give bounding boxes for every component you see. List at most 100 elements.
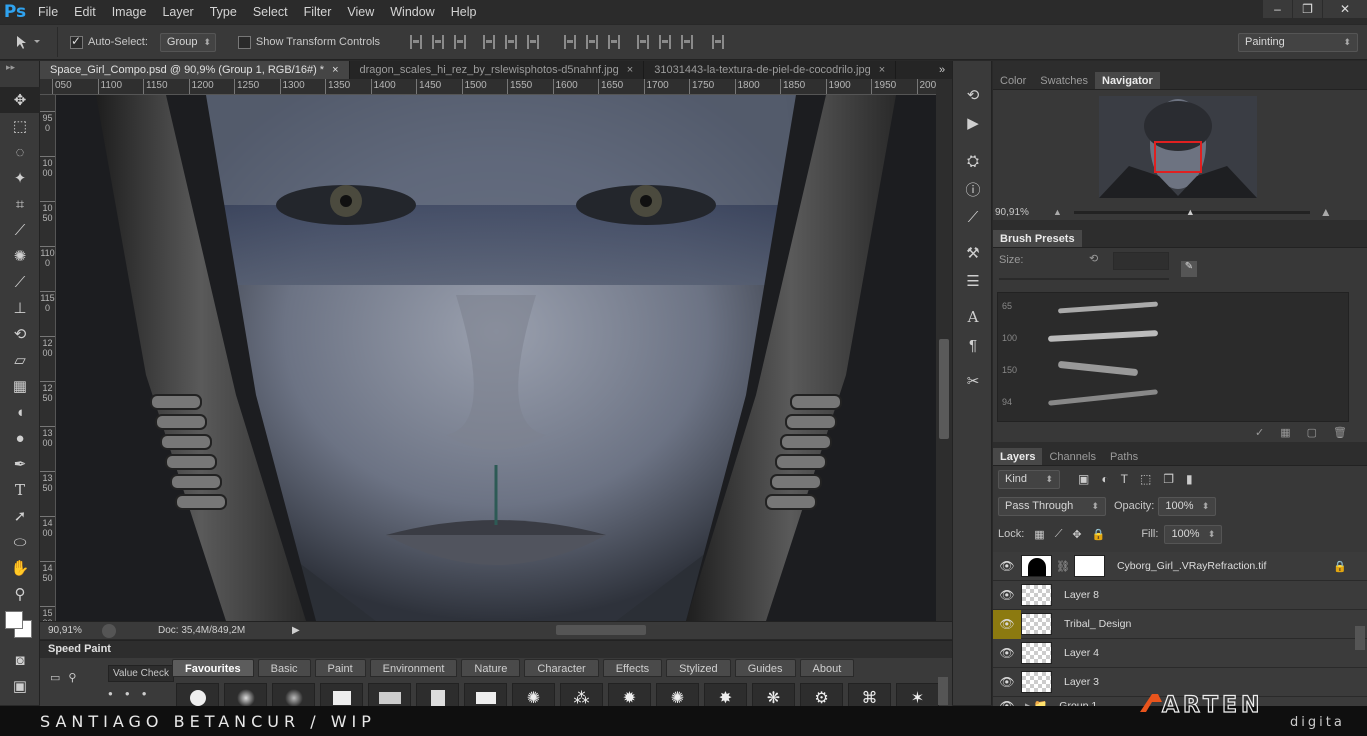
clone-stamp-icon[interactable]: ⊥ — [0, 295, 40, 321]
menu-type[interactable]: Type — [202, 0, 245, 24]
auto-select-checkbox[interactable] — [70, 34, 83, 49]
layer-row[interactable]: 👁 Layer 8 — [993, 581, 1367, 610]
align-hcenter-icon[interactable] — [505, 35, 518, 49]
zoom-tool-icon[interactable]: ⚲ — [0, 581, 40, 607]
dodge-tool-icon[interactable]: ● — [0, 425, 40, 451]
magic-wand-icon[interactable]: ✦ — [0, 165, 40, 191]
tab-favourites[interactable]: Favourites — [172, 659, 254, 677]
distribute-right-icon[interactable] — [681, 35, 694, 49]
zoom-slider[interactable]: ▲ — [1073, 207, 1310, 217]
brush-stroke-preview[interactable] — [1057, 301, 1159, 314]
tab-stylized[interactable]: Stylized — [666, 659, 731, 677]
new-preset-icon[interactable]: ▢ — [1307, 426, 1317, 439]
eyedropper-icon[interactable]: ⟋ — [0, 217, 40, 243]
restore-button[interactable]: ❐ — [1293, 0, 1322, 18]
brush-icon[interactable]: ⟋ — [953, 203, 993, 231]
info-icon[interactable]: ⓘ — [953, 175, 993, 203]
tab-basic[interactable]: Basic — [257, 659, 311, 677]
tab-cocodrilo[interactable]: 31031443-la-textura-de-piel-de-cocodrilo… — [644, 61, 897, 79]
layer-kind-dropdown[interactable]: Kind — [998, 469, 1060, 489]
scrollbar-thumb[interactable] — [939, 339, 949, 439]
smart-object-filter-icon[interactable]: ❐ — [1163, 472, 1174, 486]
tool-options-icon[interactable]: ✂ — [953, 367, 993, 395]
layer-row[interactable]: 👁 Tribal_ Design — [993, 609, 1367, 639]
visibility-eye-icon[interactable]: 👁 — [993, 609, 1021, 639]
align-left-icon[interactable] — [483, 35, 496, 49]
distribute-bottom-icon[interactable] — [608, 35, 621, 49]
hand-tool-icon[interactable]: ✋ — [0, 555, 40, 581]
menu-filter[interactable]: Filter — [296, 0, 340, 24]
mask-link-icon[interactable]: ⛓ — [1056, 560, 1070, 573]
opacity-input[interactable]: 100% — [1158, 496, 1217, 516]
brush-size-slider[interactable] — [999, 278, 1169, 280]
canvas-vertical-scrollbar[interactable] — [936, 79, 952, 621]
zoom-readout[interactable]: 90,91% — [48, 625, 96, 636]
brush-stroke-preview[interactable] — [1047, 330, 1159, 342]
value-check-button[interactable]: Value Check — [108, 665, 174, 682]
tab-effects[interactable]: Effects — [602, 659, 663, 677]
tab-nature[interactable]: Nature — [461, 659, 521, 677]
distribute-hcenter-icon[interactable] — [659, 35, 672, 49]
blur-tool-icon[interactable]: ◖ — [0, 399, 40, 425]
adjustments-icon[interactable]: ☰ — [953, 267, 993, 295]
align-vcenter-icon[interactable] — [432, 35, 445, 49]
crop-tool-icon[interactable]: ⌗ — [0, 191, 40, 217]
brush-size-150[interactable]: 150 — [1002, 365, 1017, 375]
menu-edit[interactable]: Edit — [66, 0, 104, 24]
toolbar-grip[interactable]: ▸▸ — [0, 61, 39, 87]
path-selection-icon[interactable]: ➚ — [0, 503, 40, 529]
menu-file[interactable]: File — [30, 0, 66, 24]
zoom-out-icon[interactable]: ▲ — [1053, 207, 1062, 217]
shape-filter-icon[interactable]: ⬚ — [1140, 472, 1151, 486]
pen-tool-icon[interactable]: ✒ — [0, 451, 40, 477]
toggle-brush-icon[interactable]: ✓ — [1255, 426, 1264, 439]
zoom-in-icon[interactable]: ▲ — [1320, 205, 1332, 219]
navigator-zoom-value[interactable]: 90,91% — [995, 207, 1053, 218]
visibility-eye-icon[interactable]: 👁 — [993, 588, 1021, 602]
delete-icon[interactable]: 🗑 — [1333, 426, 1347, 439]
lock-image-icon[interactable]: ⟋ — [1055, 528, 1063, 541]
menu-window[interactable]: Window — [382, 0, 442, 24]
brush-size-94[interactable]: 94 — [1002, 397, 1012, 407]
align-right-icon[interactable] — [527, 35, 540, 49]
brush-panel-icon[interactable]: ✎ — [1181, 261, 1197, 277]
tab-color[interactable]: Color — [993, 72, 1033, 89]
gradient-swatch-icon[interactable]: ▭ — [50, 671, 60, 684]
ellipse-tool-icon[interactable]: ⬭ — [0, 529, 40, 555]
menu-help[interactable]: Help — [443, 0, 485, 24]
layer-name[interactable]: Layer 4 — [1064, 647, 1099, 659]
menu-layer[interactable]: Layer — [154, 0, 201, 24]
blend-mode-dropdown[interactable]: Pass Through — [998, 496, 1106, 516]
healing-brush-icon[interactable]: ✺ — [0, 243, 40, 269]
close-button[interactable]: ✕ — [1323, 0, 1367, 18]
lock-position-icon[interactable]: ✥ — [1072, 528, 1081, 541]
history-brush-icon[interactable]: ⟲ — [0, 321, 40, 347]
lock-all-icon[interactable]: 🔒 — [1092, 528, 1106, 541]
auto-select-dropdown[interactable]: Group — [159, 32, 216, 52]
tab-brush-presets[interactable]: Brush Presets — [993, 230, 1082, 247]
brush-size-input[interactable] — [1113, 252, 1169, 270]
brush-size-65[interactable]: 65 — [1002, 301, 1012, 312]
gradient-tool-icon[interactable]: ▦ — [0, 373, 40, 399]
show-transform-checkbox[interactable] — [237, 35, 251, 49]
grid-view-icon[interactable]: ▦ — [1280, 426, 1290, 439]
adjustment-filter-icon[interactable]: ◐ — [1101, 472, 1108, 486]
fill-input[interactable]: 100% — [1164, 524, 1223, 544]
tab-space-girl[interactable]: Space_Girl_Compo.psd @ 90,9% (Group 1, R… — [40, 61, 350, 79]
type-filter-icon[interactable]: T — [1121, 472, 1128, 486]
tab-channels[interactable]: Channels — [1042, 448, 1102, 465]
paragraph-icon[interactable]: ¶ — [953, 331, 993, 359]
screen-mode-icon[interactable]: ▣ — [0, 673, 40, 699]
layer-name[interactable]: Layer 3 — [1064, 676, 1099, 688]
distribute-top-icon[interactable] — [564, 35, 577, 49]
brush-stroke-preview[interactable] — [1057, 360, 1139, 377]
tab-guides[interactable]: Guides — [734, 659, 796, 677]
layer-name[interactable]: Layer 8 — [1064, 589, 1099, 601]
minimize-button[interactable]: – — [1263, 0, 1292, 18]
brush-stroke-preview[interactable] — [1048, 389, 1158, 406]
align-bottom-icon[interactable] — [454, 35, 467, 49]
visibility-eye-icon[interactable]: 👁 — [993, 559, 1021, 573]
speed-paint-scrollbar[interactable] — [938, 677, 948, 705]
tab-swatches[interactable]: Swatches — [1033, 72, 1095, 89]
tab-about[interactable]: About — [799, 659, 855, 677]
